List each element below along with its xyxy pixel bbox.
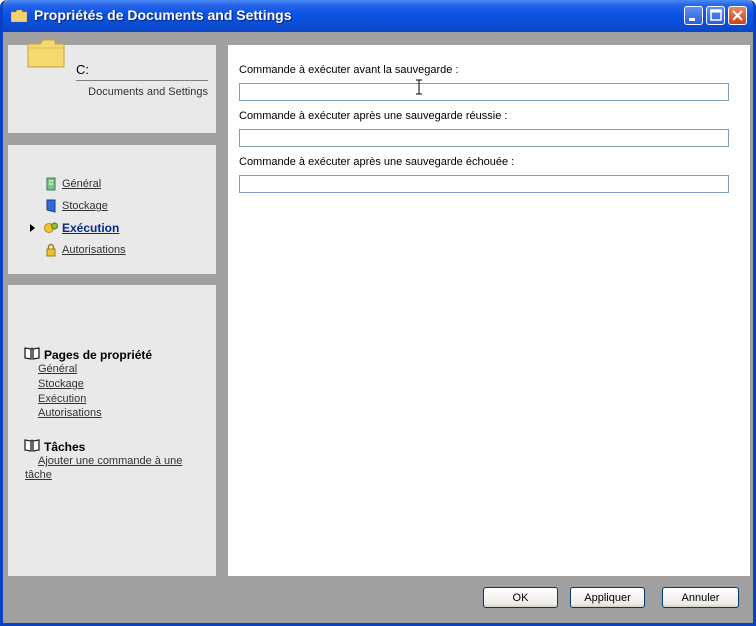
before-command-label: Commande à exécuter avant la sauvegarde … [239,64,459,76]
pages-title: Pages de propriété [44,347,153,362]
after-success-command-label: Commande à exécuter après une sauvegarde… [239,110,508,122]
path-label: Documents and Settings [88,86,208,98]
minimize-button[interactable] [684,6,703,25]
nav-item-storage[interactable]: Stockage [43,198,108,214]
nav-item-execution[interactable]: Exécution [43,220,119,236]
execution-gear-icon [43,220,59,236]
drive-label: C: [76,62,89,77]
maximize-icon [710,9,722,21]
after-fail-command-label: Commande à exécuter après une sauvegarde… [239,156,515,168]
nav-item-general[interactable]: Général [43,176,101,192]
title-bar[interactable]: Propriétés de Documents and Settings [3,0,753,32]
after-fail-command-field[interactable] [239,175,729,193]
pages-link-permissions[interactable]: Autorisations [38,407,102,419]
folder-icon [11,10,27,22]
nav-item-label[interactable]: Exécution [62,221,119,235]
minimize-icon [689,18,695,21]
close-button[interactable] [728,6,747,25]
properties-window: Propriétés de Documents and Settings C: … [0,0,756,626]
pages-link-execution[interactable]: Exécution [38,393,86,405]
pages-link-storage[interactable]: Stockage [38,378,84,390]
tasks-section-title: Tâches [24,438,85,455]
lock-icon [43,242,59,258]
storage-icon [43,198,59,214]
cancel-button[interactable]: Annuler [662,587,739,608]
nav-item-permissions[interactable]: Autorisations [43,242,126,258]
window-title: Propriétés de Documents and Settings [34,7,292,23]
page-icon [43,176,59,192]
pages-section-title: Pages de propriété [24,346,152,363]
pages-link-general[interactable]: Général [38,363,77,375]
task-link-add-command[interactable]: Ajouter une commande à une [38,455,182,467]
maximize-button[interactable] [706,6,725,25]
nav-item-label[interactable]: Autorisations [62,244,126,256]
tasks-title: Tâches [44,439,86,454]
close-icon [732,10,743,21]
folder-icon [27,39,65,68]
before-command-field[interactable] [239,83,729,101]
help-panel [8,285,216,576]
text-cursor-icon [416,79,422,95]
apply-button[interactable]: Appliquer [570,587,645,608]
book-icon [24,346,40,363]
ok-button[interactable]: OK [483,587,558,608]
nav-item-label[interactable]: Stockage [62,200,108,212]
current-indicator-icon [30,224,35,232]
content-pane [228,45,750,576]
after-success-command-field[interactable] [239,129,729,147]
divider [76,80,208,81]
book-icon [24,438,40,455]
task-link-add-command-cont[interactable]: tâche [25,469,52,481]
nav-item-label[interactable]: Général [62,178,101,190]
